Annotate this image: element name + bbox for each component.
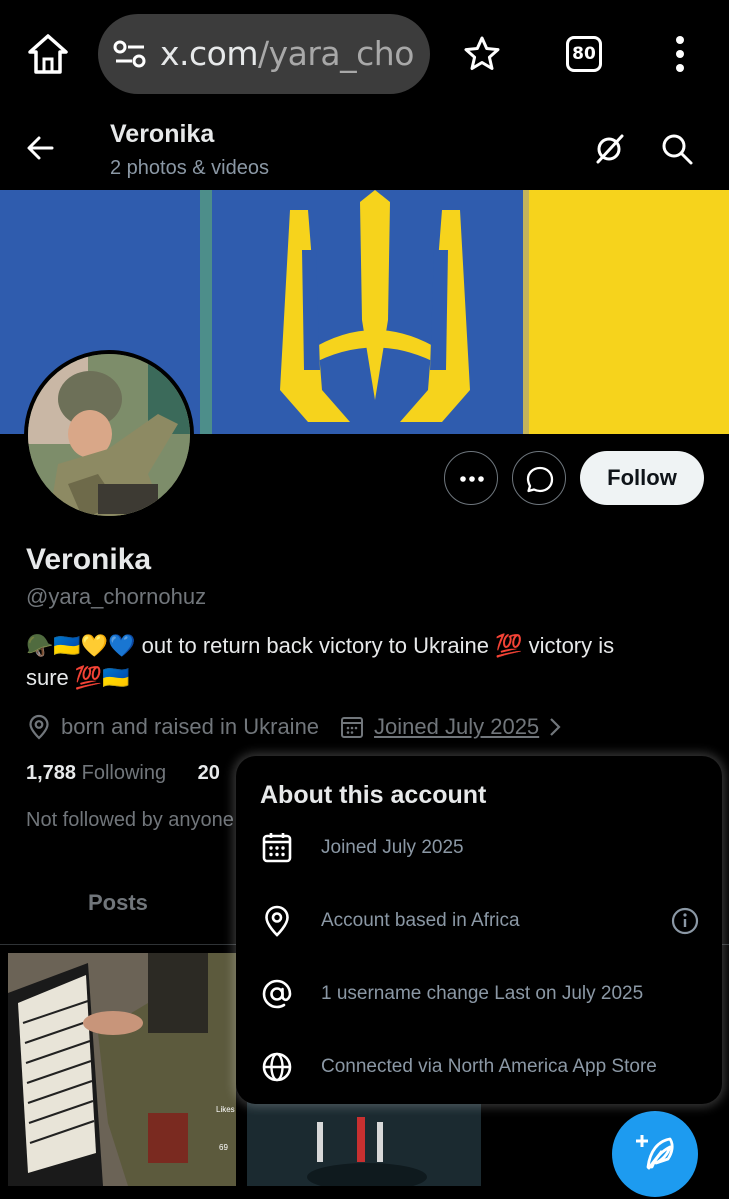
following-count[interactable]: 1,788 xyxy=(26,762,76,784)
banner-divider xyxy=(523,190,529,434)
location-pin-icon xyxy=(29,714,49,740)
not-followed-text: Not followed by anyone xyxy=(26,809,234,831)
globe-icon xyxy=(262,1052,292,1082)
about-account-popover: About this account Joined July 2025 Acco… xyxy=(236,756,722,1104)
grok-icon[interactable] xyxy=(592,132,626,166)
about-joined-text: Joined July 2025 xyxy=(321,837,464,858)
trident-emblem xyxy=(280,190,470,422)
home-icon[interactable] xyxy=(26,32,70,76)
about-location-text: Account based in Africa xyxy=(321,910,520,931)
about-row-location: Account based in Africa xyxy=(260,901,700,941)
followers-count[interactable]: 20 xyxy=(198,762,220,784)
at-sign-icon xyxy=(262,979,292,1009)
ellipsis-icon xyxy=(460,476,484,482)
avatar-photo xyxy=(28,354,190,516)
url-path: /yara_cho xyxy=(258,34,414,73)
bio: 🪖🇺🇦💛💙 out to return back victory to Ukra… xyxy=(26,630,706,694)
about-username-text: 1 username change Last on July 2025 xyxy=(321,983,644,1004)
follow-stats: 1,788 Following 20 xyxy=(26,762,220,785)
location-pin-icon xyxy=(265,905,289,937)
likes-label: Likes xyxy=(216,1105,235,1114)
video-thumbnail xyxy=(247,1102,481,1186)
browser-toolbar: x.com/yara_cho 80 xyxy=(0,0,729,108)
info-icon[interactable] xyxy=(670,906,700,936)
address-bar[interactable]: x.com/yara_cho xyxy=(98,14,430,94)
about-row-joined: Joined July 2025 xyxy=(260,828,700,868)
compose-post-button[interactable] xyxy=(612,1111,698,1197)
site-settings-icon[interactable] xyxy=(112,38,148,70)
feather-plus-icon xyxy=(636,1135,674,1170)
more-options-button[interactable] xyxy=(444,451,498,505)
url-host: x.com xyxy=(160,34,259,73)
bookmark-star-icon[interactable] xyxy=(462,34,502,74)
calendar-icon xyxy=(262,833,292,863)
piano-video-thumbnail xyxy=(8,953,236,1186)
banner-stripe xyxy=(200,190,212,434)
chevron-right-icon[interactable] xyxy=(547,716,563,738)
overflow-menu-icon[interactable] xyxy=(668,34,692,74)
about-connection-text: Connected via North America App Store xyxy=(321,1056,657,1077)
profile-meta: born and raised in Ukraine Joined July 2… xyxy=(26,712,563,742)
display-name: Veronika xyxy=(26,543,152,576)
media-thumbnail[interactable] xyxy=(247,1102,481,1186)
bio-line: 🪖🇺🇦💛💙 out to return back victory to Ukra… xyxy=(26,633,615,658)
message-button[interactable] xyxy=(512,451,566,505)
following-label[interactable]: Following xyxy=(82,762,166,784)
follow-button[interactable]: Follow xyxy=(580,451,704,505)
header-title: Veronika xyxy=(110,120,215,148)
about-row-username: 1 username change Last on July 2025 xyxy=(260,974,700,1014)
url-text[interactable]: x.com/yara_cho xyxy=(160,34,422,74)
search-icon[interactable] xyxy=(660,132,694,166)
about-title: About this account xyxy=(260,781,487,809)
joined-date-link[interactable]: Joined July 2025 xyxy=(374,714,539,740)
about-row-connection: Connected via North America App Store xyxy=(260,1047,700,1087)
location-text: born and raised in Ukraine xyxy=(61,714,320,739)
back-arrow-icon[interactable] xyxy=(24,132,56,164)
calendar-icon xyxy=(341,717,364,738)
tab-posts[interactable]: Posts xyxy=(88,890,148,916)
header-subtitle: 2 photos & videos xyxy=(110,157,269,179)
avatar[interactable] xyxy=(24,350,194,520)
chat-bubble-icon xyxy=(526,466,554,493)
bio-line: sure 💯🇺🇦 xyxy=(26,665,130,690)
handle: @yara_chornohuz xyxy=(26,584,207,609)
media-thumbnail[interactable]: Likes 69 xyxy=(8,953,236,1186)
comment-count: 69 xyxy=(219,1143,228,1152)
banner-yellow-field xyxy=(524,190,729,434)
tab-switcher-button[interactable]: 80 xyxy=(566,36,602,72)
